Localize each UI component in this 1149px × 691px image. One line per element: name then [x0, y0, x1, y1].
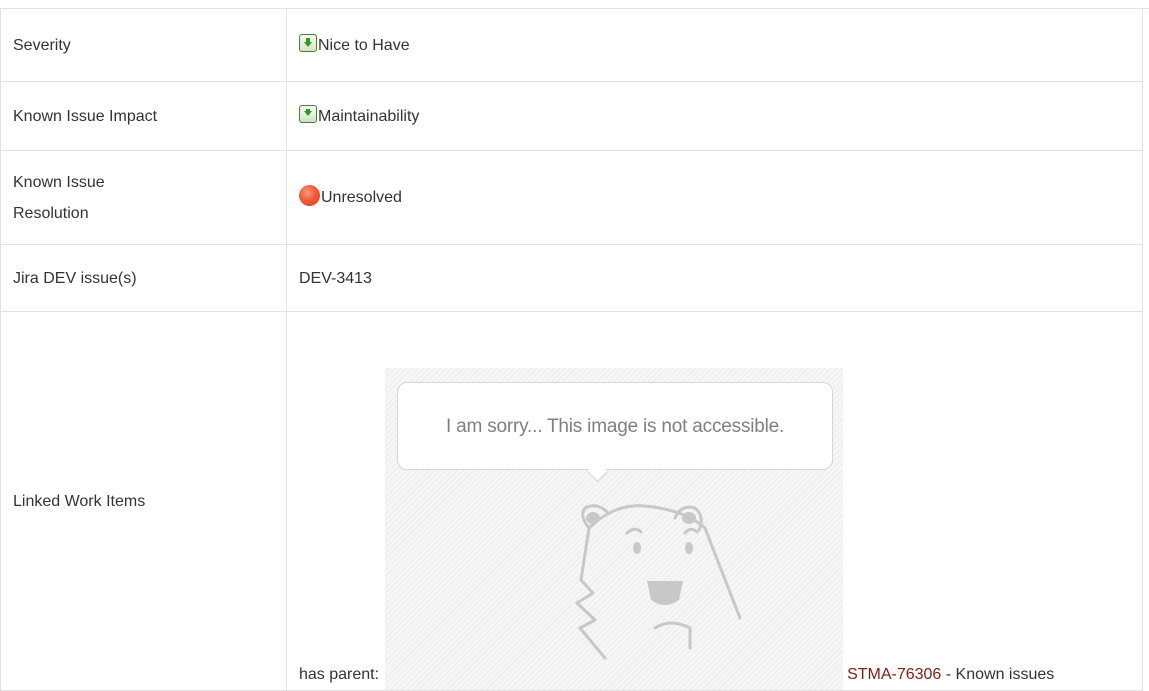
link-type-label: has parent:: [299, 666, 380, 683]
severity-label: Severity: [0, 8, 287, 82]
work-item-fields-table: Severity Nice to Have Known Issue Impact…: [0, 8, 1143, 691]
priority-green-down-icon: [299, 33, 317, 52]
field-row-known-issue-resolution: Known Issue Resolution Unresolved: [0, 150, 1143, 245]
parent-work-item-title: - Known issues: [941, 666, 1055, 683]
field-row-jira-dev-issues: Jira DEV issue(s) DEV-3413: [0, 244, 1143, 312]
known-issue-resolution-value: Unresolved: [321, 189, 402, 206]
known-issue-resolution-label: Known Issue Resolution: [0, 150, 287, 245]
jira-dev-issues-label: Jira DEV issue(s): [0, 244, 287, 312]
image-not-accessible-placeholder: I am sorry... This image is not accessib…: [385, 368, 844, 690]
jira-dev-issues-value: DEV-3413: [286, 244, 1143, 312]
severity-value-cell: Nice to Have: [286, 8, 1143, 82]
known-issue-impact-value-cell: Maintainability: [286, 81, 1143, 151]
field-row-known-issue-impact: Known Issue Impact Maintainability: [0, 81, 1143, 151]
field-row-linked-work-items: Linked Work Items has parent: I am sorry.…: [0, 311, 1143, 691]
sad-bear-icon: [575, 504, 742, 660]
priority-green-down-bar-icon: [299, 104, 317, 123]
parent-work-item-link[interactable]: STMA-76306: [847, 666, 941, 683]
known-issue-impact-label: Known Issue Impact: [0, 81, 287, 151]
image-not-accessible-message: I am sorry... This image is not accessib…: [397, 382, 834, 470]
field-row-severity: Severity Nice to Have: [0, 8, 1143, 82]
severity-value: Nice to Have: [318, 36, 410, 54]
linked-work-items-label: Linked Work Items: [0, 311, 287, 691]
linked-work-items-value-cell: has parent: I am sorry... This image is n…: [286, 311, 1143, 691]
known-issue-impact-value: Maintainability: [318, 107, 420, 125]
known-issue-resolution-value-cell: Unresolved: [286, 150, 1143, 245]
red-circle-icon: [299, 185, 320, 206]
